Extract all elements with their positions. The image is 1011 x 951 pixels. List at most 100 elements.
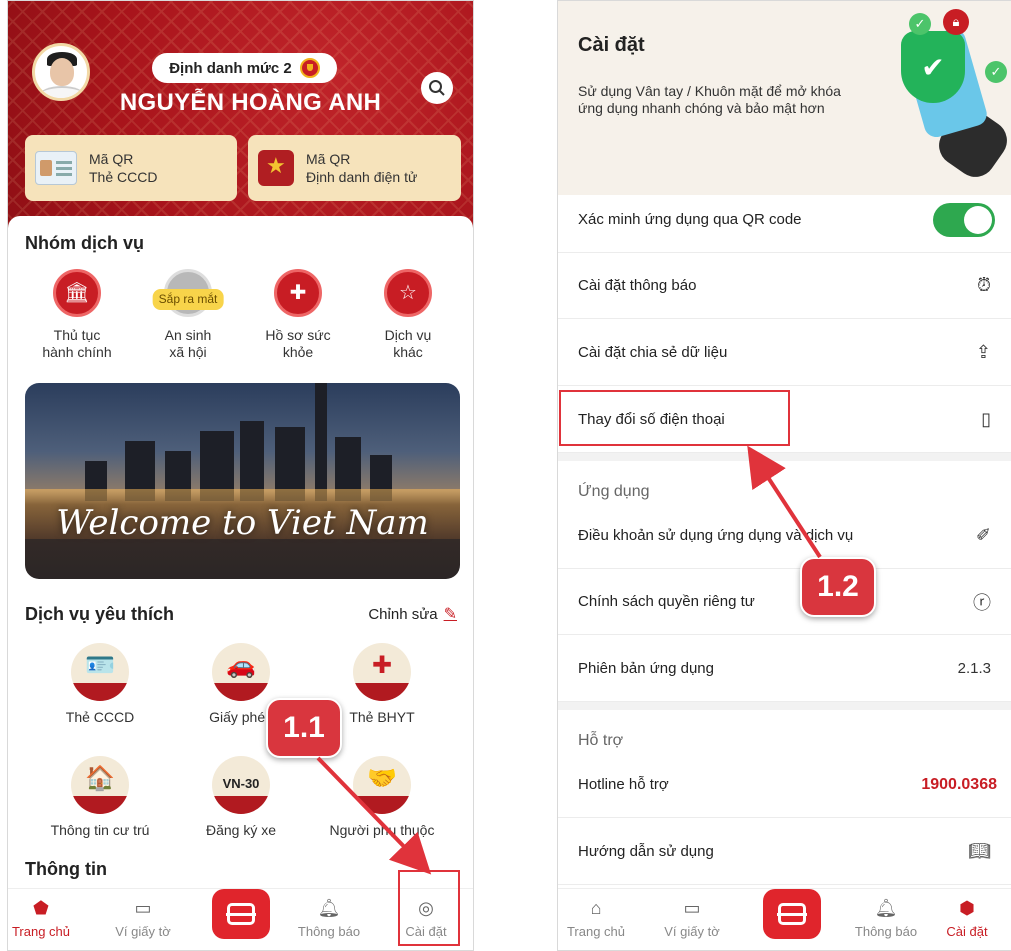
change-phone-highlight <box>559 390 790 446</box>
row-notification-settings[interactable]: Cài đặt thông báo ⏰︎ <box>558 253 1011 319</box>
page-title: Cài đặt <box>578 34 645 56</box>
phone-icon: ▯ <box>981 409 991 429</box>
security-illustration: ✔ 🔒︎ ✓ ✓ <box>873 3 1011 185</box>
user-name: NGUYỄN HOÀNG ANH <box>119 89 382 116</box>
favorite-label: Thông tin cư trú <box>50 822 150 838</box>
info-title: Thông tin <box>25 859 107 879</box>
row-label: Điều khoản sử dụng ứng dụng và dịch vụ <box>578 527 854 544</box>
favorite-vehicle-registration[interactable]: VN-30 Đăng ký xe <box>176 756 306 838</box>
id-card-icon: 🪪 <box>71 643 129 701</box>
wallet-icon: ▭ <box>683 898 701 918</box>
tab-label: Ví giấy tờ <box>664 924 720 939</box>
favorite-residence[interactable]: 🏠 Thông tin cư trú <box>35 756 165 838</box>
qr-digital-id-card[interactable]: Mã QR Định danh điện tử <box>248 135 461 201</box>
row-label: Phiên bản ứng dụng <box>578 660 714 677</box>
service-label-2: xã hội <box>169 344 207 360</box>
tab-notifications[interactable]: 🔔︎ Thông báo <box>843 897 929 939</box>
settings-tab-highlight <box>398 870 460 946</box>
edit-favorites-link[interactable]: Chỉnh sửa ✎ <box>368 604 457 624</box>
row-terms[interactable]: Điều khoản sử dụng ứng dụng và dịch vụ ✐ <box>558 503 1011 569</box>
welcome-banner[interactable]: Welcome to Viet Nam <box>25 383 460 579</box>
favorite-label: Thẻ CCCD <box>65 709 135 725</box>
row-label: Xác minh ứng dụng qua QR code <box>578 211 802 228</box>
qr-verification-toggle[interactable] <box>933 202 995 237</box>
row-data-sharing[interactable]: Cài đặt chia sẻ dữ liệu ⇪ <box>558 320 1011 386</box>
service-label-1: Dịch vụ <box>384 327 432 343</box>
service-group-title: Nhóm dịch vụ <box>25 233 145 253</box>
favorite-dependents[interactable]: 🤝 Người phụ thuộc <box>317 756 447 838</box>
scan-button[interactable] <box>212 889 270 939</box>
service-label-1: An sinh <box>164 327 212 343</box>
favorite-label: Đăng ký xe <box>205 822 277 838</box>
tab-home[interactable]: ⌂ Trang chủ <box>558 897 639 939</box>
bottom-tab-bar: ⌂ Trang chủ ▭ Ví giấy tờ 🔔︎ Thông báo ⬢ … <box>558 888 1011 950</box>
qr-card-line2: Định danh điện tử <box>306 169 418 185</box>
row-label: Cài đặt chia sẻ dữ liệu <box>578 344 728 361</box>
scan-button[interactable] <box>763 889 821 939</box>
tab-label: Trang chủ <box>566 924 626 939</box>
app-version-value: 2.1.3 <box>957 660 991 677</box>
row-label: Hướng dẫn sử dụng <box>578 843 714 860</box>
pencil-icon: ✎ <box>443 606 457 623</box>
row-label: Hotline hỗ trợ <box>578 776 669 793</box>
tab-notifications[interactable]: 🔔︎ Thông báo <box>286 897 372 939</box>
service-other[interactable]: ☆ Dịch vụ khác <box>358 269 458 361</box>
bank-icon: 🏛 <box>53 269 101 317</box>
service-label-2: khỏe <box>282 344 314 360</box>
row-app-version: Phiên bản ứng dụng 2.1.3 <box>558 636 1011 702</box>
service-social-security[interactable]: Sắp ra mắt An sinh xã hội <box>138 269 238 361</box>
settings-icon: ⬢ <box>959 898 975 918</box>
profile-header: Định danh mức 2 NGUYỄN HOÀNG ANH Mã QR Th… <box>8 1 473 236</box>
home-screen: Định danh mức 2 NGUYỄN HOÀNG ANH Mã QR Th… <box>7 0 474 951</box>
coming-soon-badge: Sắp ra mắt <box>152 289 224 310</box>
wallet-icon: ▭ <box>134 898 152 918</box>
id-card-thumbnail-icon <box>35 151 77 185</box>
verified-shield-icon <box>299 58 320 78</box>
favorites-title: Dịch vụ yêu thích <box>25 604 175 624</box>
hotline-number[interactable]: 1900.0368 <box>921 776 997 794</box>
service-label-2: hành chính <box>42 344 112 360</box>
service-administrative[interactable]: 🏛 Thủ tục hành chính <box>27 269 127 361</box>
dependents-icon: 🤝 <box>353 756 411 814</box>
qr-card-line1: Mã QR <box>306 151 351 167</box>
check-icon: ✓ <box>909 13 931 35</box>
row-privacy-policy[interactable]: Chính sách quyền riêng tư ⓡ <box>558 569 1011 635</box>
tab-wallet[interactable]: ▭ Ví giấy tờ <box>100 897 186 939</box>
qr-card-line1: Mã QR <box>89 151 134 167</box>
step-badge-1-1: 1.1 <box>266 698 342 758</box>
tab-home[interactable]: ⬟ Trang chủ <box>8 897 84 939</box>
favorite-id-card[interactable]: 🪪 Thẻ CCCD <box>35 643 165 725</box>
section-divider <box>558 702 1011 710</box>
bell-icon: 🔔︎ <box>317 898 341 918</box>
identity-level-badge[interactable]: Định danh mức 2 <box>152 53 337 83</box>
vehicle-plate-icon: VN-30 <box>212 756 270 814</box>
scan-icon <box>777 903 807 925</box>
lock-icon: 🔒︎ <box>943 9 969 35</box>
tab-label: Thông báo <box>854 924 918 939</box>
residence-icon: 🏠 <box>71 756 129 814</box>
share-icon: ⇪ <box>975 342 991 362</box>
tab-label: Ví giấy tờ <box>115 924 171 939</box>
row-qr-verification: Xác minh ứng dụng qua QR code <box>558 187 1011 253</box>
tab-label: Thông báo <box>297 924 361 939</box>
police-emblem-icon <box>258 150 294 186</box>
search-button[interactable] <box>421 72 453 104</box>
biometric-description: Sử dụng Vân tay / Khuôn mặt để mở khóa ứ… <box>578 83 841 116</box>
plate-text: VN-30 <box>222 776 260 791</box>
row-hotline[interactable]: Hotline hỗ trợ 1900.0368 <box>558 752 1011 818</box>
tab-settings[interactable]: ⬢ Cài đặt <box>924 897 1010 939</box>
settings-screen: Cài đặt Sử dụng Vân tay / Khuôn mặt để m… <box>557 0 1011 951</box>
tab-label: Cài đặt <box>946 924 988 939</box>
row-label: Chính sách quyền riêng tư <box>578 593 755 610</box>
row-user-guide[interactable]: Hướng dẫn sử dụng 📖︎ <box>558 819 1011 885</box>
home-icon: ⬟ <box>33 898 49 918</box>
shield-check-icon: ✔ <box>901 31 965 103</box>
more-services-icon: ☆ <box>384 269 432 317</box>
book-icon: 📖︎ <box>968 841 991 861</box>
service-label-1: Thủ tục <box>53 327 101 343</box>
health-insurance-icon: ✚ <box>353 643 411 701</box>
settings-header: Cài đặt Sử dụng Vân tay / Khuôn mặt để m… <box>558 1 1011 195</box>
qr-cccd-card[interactable]: Mã QR Thẻ CCCD <box>25 135 237 201</box>
tab-wallet[interactable]: ▭ Ví giấy tờ <box>649 897 735 939</box>
service-health-record[interactable]: ✚ Hồ sơ sức khỏe <box>248 269 348 361</box>
